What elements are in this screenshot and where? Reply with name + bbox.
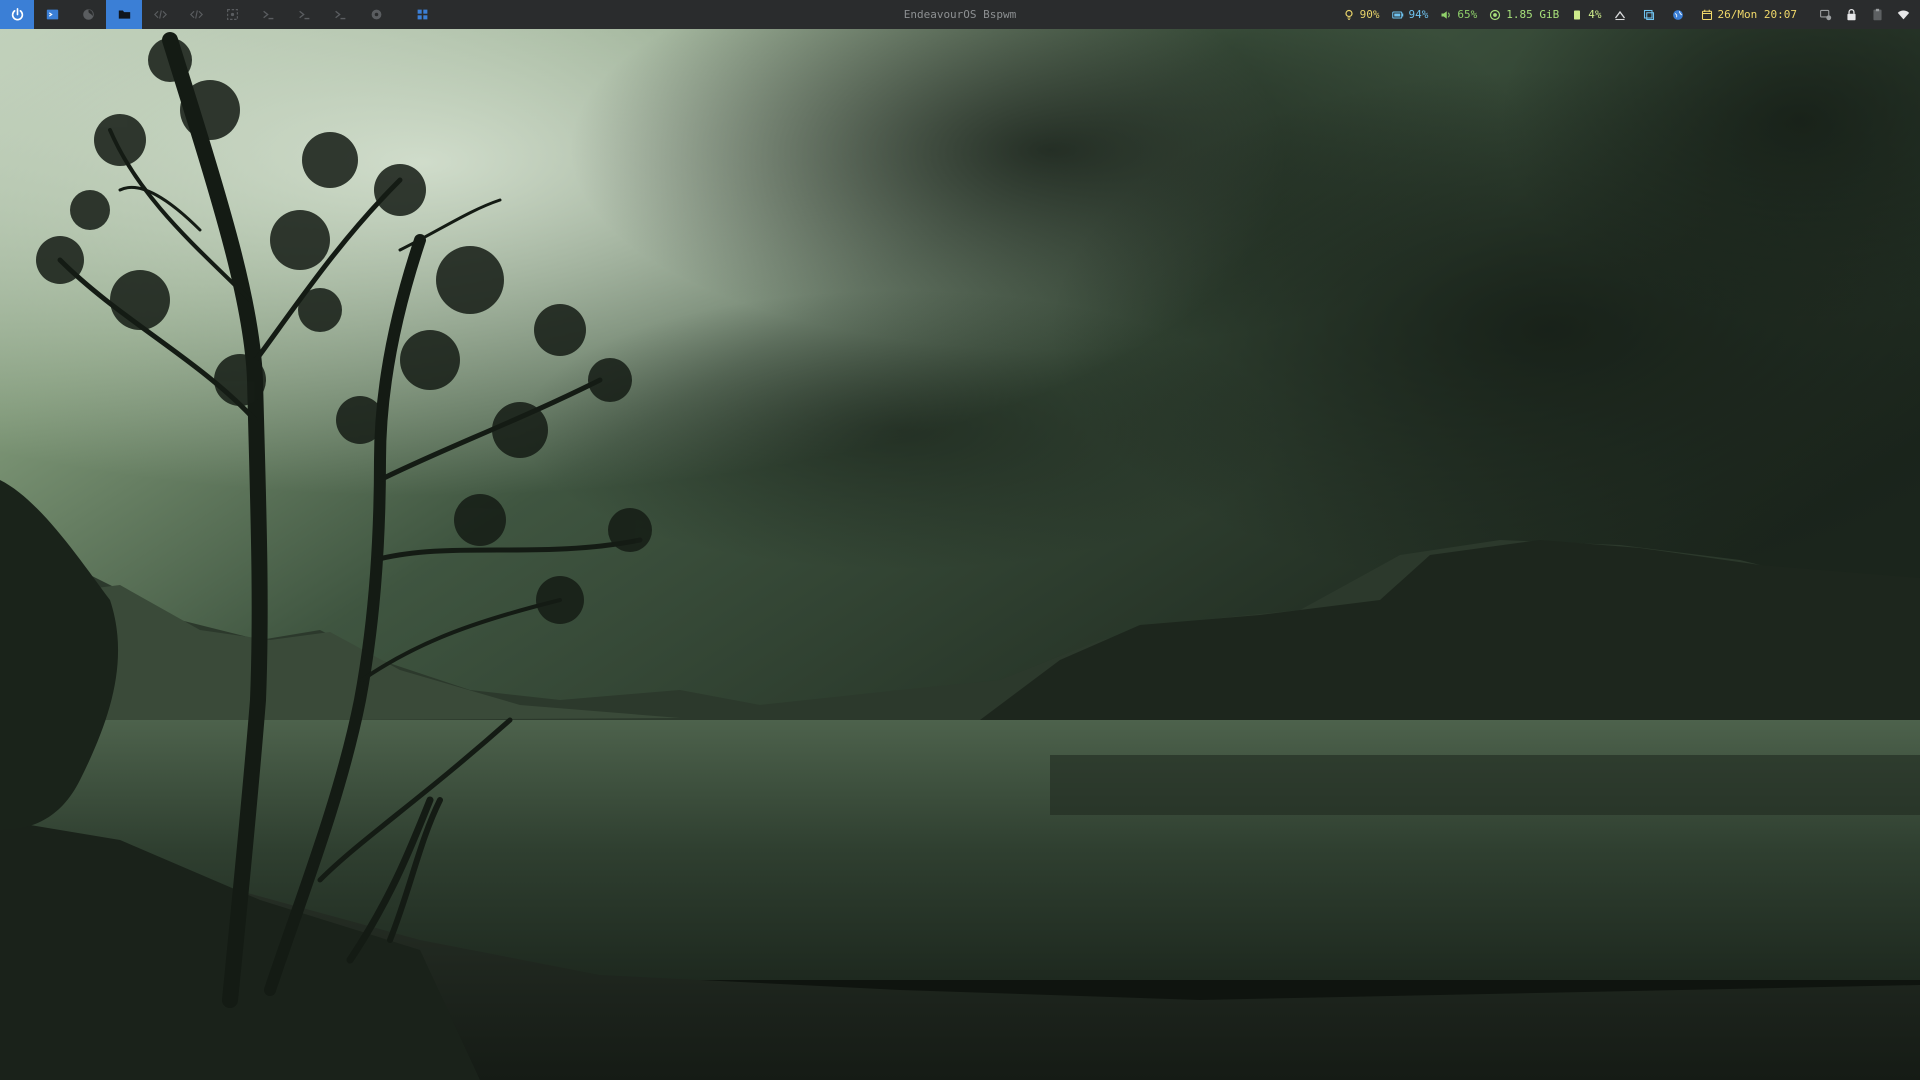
volume-icon — [1441, 10, 1451, 19]
globe-icon — [1672, 9, 1683, 20]
battery-value: 94% — [1408, 8, 1429, 21]
calendar-icon — [1701, 9, 1712, 20]
brightness-module[interactable]: 90% — [1343, 8, 1380, 21]
settings-icon — [371, 9, 381, 20]
date-value: 26/Mon 20:07 — [1717, 8, 1797, 21]
volume-module[interactable]: 65% — [1440, 8, 1477, 21]
terminal-prompt-icon — [298, 10, 309, 20]
arrow-up-icon — [1614, 10, 1625, 20]
firefox-icon — [82, 9, 94, 20]
terminal-window-icon — [46, 9, 58, 20]
window-stack-icon — [1643, 9, 1654, 20]
power-icon — [11, 8, 23, 21]
workspace-7[interactable] — [250, 0, 286, 29]
battery-icon — [1391, 10, 1403, 19]
workspace-1[interactable] — [34, 0, 70, 29]
memory-value: 1.85 GiB — [1506, 8, 1560, 21]
workspace-5[interactable] — [178, 0, 214, 29]
volume-value: 65% — [1457, 8, 1478, 21]
desktop-wallpaper — [0, 0, 1920, 1080]
updates-module[interactable] — [1614, 9, 1631, 21]
memory-module[interactable]: 1.85 GiB — [1489, 8, 1559, 21]
tray-lock[interactable] — [1845, 8, 1858, 21]
workspace-switcher — [0, 0, 440, 29]
grid-icon — [417, 9, 427, 20]
network-module[interactable] — [1672, 9, 1689, 21]
memory-icon — [1490, 9, 1501, 20]
workspace-2[interactable] — [70, 0, 106, 29]
date-module[interactable]: 26/Mon 20:07 — [1701, 8, 1797, 21]
workspace-8[interactable] — [286, 0, 322, 29]
clipboard-icon — [1873, 8, 1882, 21]
tray-clipboard[interactable] — [1871, 8, 1884, 21]
power-button[interactable] — [0, 0, 34, 29]
workspace-9[interactable] — [322, 0, 358, 29]
top-panel: EndeavourOS Bspwm 90% 94% 65% 1.85 GiB 4… — [0, 0, 1920, 29]
workspace-3[interactable] — [106, 0, 142, 29]
cpu-module[interactable]: 4% — [1571, 8, 1602, 21]
folder-icon — [118, 10, 130, 19]
code-icon — [153, 10, 167, 19]
status-modules: 90% 94% 65% 1.85 GiB 4% 26/Mon 20:07 — [1331, 0, 1920, 29]
workspace-6[interactable] — [214, 0, 250, 29]
cpu-value: 4% — [1588, 8, 1602, 21]
cpu-icon — [1574, 10, 1581, 19]
terminal-prompt-icon — [334, 10, 345, 20]
tray-wifi[interactable] — [1897, 8, 1910, 21]
lightbulb-icon — [1345, 9, 1353, 20]
workspace-11[interactable] — [404, 0, 440, 29]
battery-module[interactable]: 94% — [1391, 8, 1429, 21]
network-settings-icon — [1820, 9, 1832, 21]
tray-network-settings[interactable] — [1819, 8, 1832, 21]
lock-icon — [1847, 8, 1856, 21]
terminal-prompt-icon — [262, 10, 273, 20]
brightness-value: 90% — [1359, 8, 1380, 21]
wifi-icon — [1897, 10, 1910, 20]
code-icon — [189, 10, 203, 19]
windows-module[interactable] — [1643, 9, 1660, 21]
workspace-4[interactable] — [142, 0, 178, 29]
screenshot-icon — [226, 9, 238, 20]
workspace-10[interactable] — [358, 0, 394, 29]
